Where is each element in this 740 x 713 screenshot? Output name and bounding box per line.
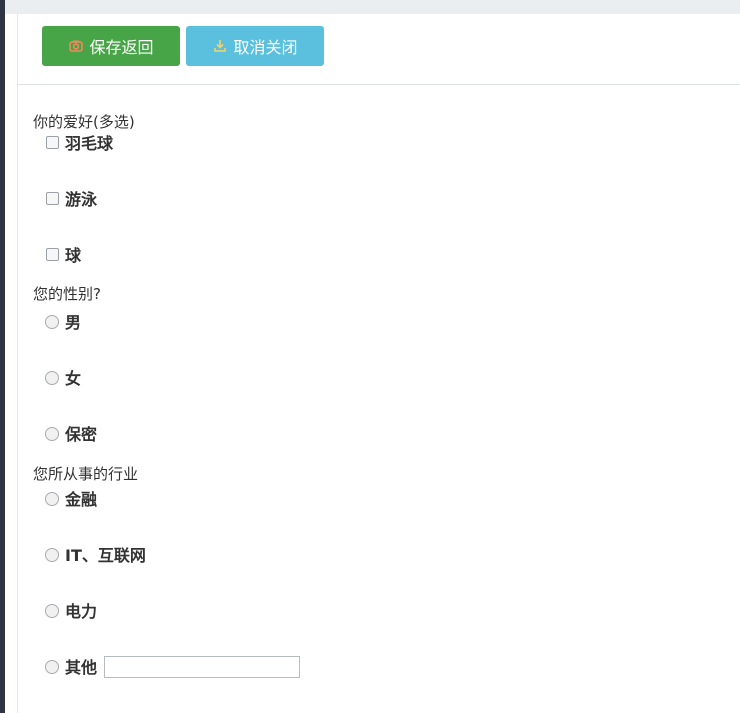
- option-label: 游泳: [65, 190, 98, 209]
- checkbox[interactable]: [46, 136, 59, 149]
- other-industry-input[interactable]: [104, 656, 300, 678]
- checkbox[interactable]: [46, 248, 59, 261]
- checkbox[interactable]: [46, 192, 59, 205]
- radio-button[interactable]: [45, 492, 59, 506]
- option-label: 羽毛球: [65, 134, 114, 153]
- option-gender-female[interactable]: 女: [33, 369, 693, 432]
- question-title-industry: 您所从事的行业: [33, 465, 139, 483]
- survey-form: 你的爱好(多选) 羽毛球 游泳 球 您的性别? 男 女 保密 您所从事的行业 金…: [33, 86, 693, 696]
- radio-button[interactable]: [45, 604, 59, 618]
- option-industry-it[interactable]: IT、互联网: [33, 546, 693, 610]
- radio-button[interactable]: [45, 427, 59, 441]
- radio-button[interactable]: [45, 371, 59, 385]
- cancel-close-label: 取消关闭: [233, 38, 298, 57]
- option-label: 女: [65, 369, 82, 388]
- option-hobby-badminton[interactable]: 羽毛球: [33, 134, 693, 200]
- question-title-gender: 您的性别?: [33, 285, 101, 303]
- option-gender-male[interactable]: 男: [33, 313, 693, 376]
- radio-button[interactable]: [45, 548, 59, 562]
- download-icon: [212, 38, 228, 54]
- save-icon: [68, 38, 84, 54]
- radio-button[interactable]: [45, 315, 59, 329]
- option-label: 电力: [65, 602, 98, 621]
- cancel-close-button[interactable]: 取消关闭: [186, 26, 324, 66]
- top-strip: [5, 0, 740, 14]
- option-label: 其他: [65, 658, 98, 677]
- option-label: IT、互联网: [65, 546, 146, 565]
- radio-button[interactable]: [45, 660, 59, 674]
- question-title-hobby: 你的爱好(多选): [33, 113, 135, 131]
- option-label: 金融: [65, 490, 98, 509]
- save-return-label: 保存返回: [89, 38, 154, 57]
- option-label: 球: [65, 246, 82, 265]
- option-hobby-swimming[interactable]: 游泳: [33, 190, 693, 256]
- option-label: 男: [65, 313, 82, 332]
- save-return-button[interactable]: 保存返回: [42, 26, 180, 66]
- left-rail: [0, 0, 5, 713]
- option-industry-other[interactable]: 其他: [33, 656, 693, 696]
- option-label: 保密: [65, 425, 98, 444]
- toolbar: 保存返回 取消关闭: [18, 14, 740, 85]
